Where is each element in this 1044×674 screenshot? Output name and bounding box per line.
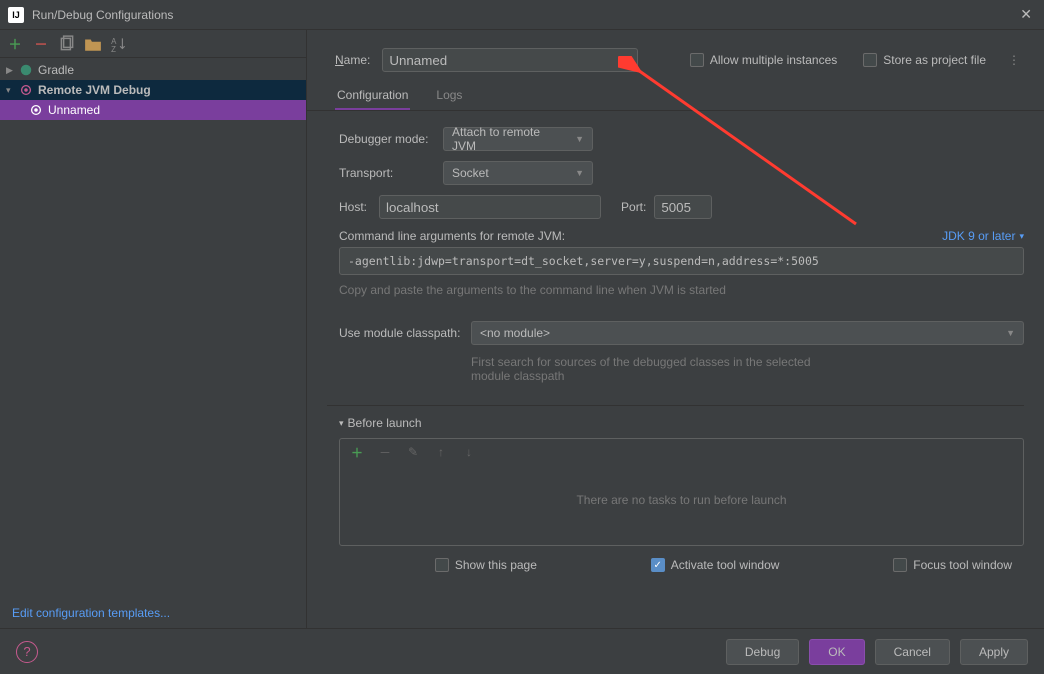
remove-task-icon[interactable]: － (376, 443, 394, 461)
dropdown-value: Socket (452, 166, 489, 180)
main-panel: Name: Allow multiple instances Store as … (307, 30, 1044, 628)
more-options-icon[interactable]: ⋮ (1004, 53, 1024, 67)
tree-item-gradle[interactable]: ▶ Gradle (0, 60, 306, 80)
apply-button[interactable]: Apply (960, 639, 1028, 665)
before-launch-box: ＋ － ✎ ↑ ↓ There are no tasks to run befo… (339, 438, 1024, 546)
port-input[interactable] (654, 195, 712, 219)
checkbox-label: Show this page (455, 558, 537, 572)
config-tabs: Configuration Logs (307, 82, 1044, 111)
transport-dropdown[interactable]: Socket ▼ (443, 161, 593, 185)
remote-debug-icon (18, 83, 34, 97)
checkbox-label: Allow multiple instances (710, 53, 837, 67)
edit-task-icon[interactable]: ✎ (404, 443, 422, 461)
folder-icon[interactable] (84, 35, 102, 53)
bottom-bar: ? Debug OK Cancel Apply (0, 628, 1044, 674)
focus-tool-window-checkbox[interactable]: Focus tool window (893, 558, 1012, 572)
checkbox-label: Activate tool window (671, 558, 780, 572)
sidebar: ＋ － AZ ▶ Gradle ▾ (0, 30, 307, 628)
sort-icon[interactable]: AZ (110, 35, 128, 53)
help-icon[interactable]: ? (16, 641, 38, 663)
gradle-icon (18, 63, 34, 77)
store-as-project-checkbox[interactable]: Store as project file (863, 53, 986, 67)
add-icon[interactable]: ＋ (6, 35, 24, 53)
chevron-right-icon: ▶ (6, 65, 18, 76)
tree-item-label: Remote JVM Debug (38, 83, 151, 97)
add-task-icon[interactable]: ＋ (348, 443, 366, 461)
port-label: Port: (621, 200, 646, 214)
chevron-down-icon: ▾ (1019, 231, 1024, 242)
titlebar: IJ Run/Debug Configurations ✕ (0, 0, 1044, 30)
name-label: Name: (335, 53, 370, 67)
cancel-button[interactable]: Cancel (875, 639, 950, 665)
tree-item-label: Unnamed (48, 103, 100, 117)
cmdline-input[interactable]: -agentlib:jdwp=transport=dt_socket,serve… (339, 247, 1024, 275)
name-input[interactable] (382, 48, 638, 72)
debugger-mode-label: Debugger mode: (339, 132, 443, 146)
jdk-link-label: JDK 9 or later (942, 229, 1015, 243)
ok-button[interactable]: OK (809, 639, 864, 665)
remote-debug-icon (28, 103, 44, 117)
chevron-down-icon: ▼ (575, 168, 584, 178)
tree-item-label: Gradle (38, 63, 74, 77)
tree-item-remote-jvm[interactable]: ▾ Remote JVM Debug (0, 80, 306, 100)
chevron-down-icon: ▼ (1006, 328, 1015, 338)
move-up-icon[interactable]: ↑ (432, 443, 450, 461)
debug-button[interactable]: Debug (726, 639, 799, 665)
app-icon: IJ (8, 7, 24, 23)
show-this-page-checkbox[interactable]: Show this page (435, 558, 537, 572)
module-hint: First search for sources of the debugged… (471, 355, 831, 383)
cmdline-hint: Copy and paste the arguments to the comm… (339, 283, 1024, 297)
debugger-mode-dropdown[interactable]: Attach to remote JVM ▼ (443, 127, 593, 151)
remove-icon[interactable]: － (32, 35, 50, 53)
checkbox-label: Store as project file (883, 53, 986, 67)
close-icon[interactable]: ✕ (1016, 2, 1036, 27)
before-launch-empty: There are no tasks to run before launch (340, 465, 1023, 545)
chevron-down-icon: ▾ (6, 85, 18, 96)
dropdown-value: <no module> (480, 326, 550, 340)
cmdline-label: Command line arguments for remote JVM: (339, 229, 565, 243)
activate-tool-window-checkbox[interactable]: ✓ Activate tool window (651, 558, 780, 572)
chevron-down-icon: ▾ (339, 418, 344, 429)
jdk-version-dropdown[interactable]: JDK 9 or later ▾ (942, 229, 1024, 243)
transport-label: Transport: (339, 166, 443, 180)
tab-logs[interactable]: Logs (434, 82, 464, 110)
host-input[interactable] (379, 195, 601, 219)
host-label: Host: (339, 200, 379, 214)
tree-item-unnamed[interactable]: Unnamed (0, 100, 306, 120)
chevron-down-icon: ▼ (575, 134, 584, 144)
config-tree: ▶ Gradle ▾ Remote JVM Debug Unnamed (0, 58, 306, 598)
edit-templates-link[interactable]: Edit configuration templates... (0, 598, 306, 628)
sidebar-toolbar: ＋ － AZ (0, 30, 306, 58)
before-launch-section[interactable]: ▾ Before launch (307, 416, 1044, 430)
dropdown-value: Attach to remote JVM (452, 125, 567, 153)
tab-configuration[interactable]: Configuration (335, 82, 410, 110)
checkbox-label: Focus tool window (913, 558, 1012, 572)
allow-multiple-checkbox[interactable]: Allow multiple instances (690, 53, 837, 67)
svg-text:Z: Z (111, 44, 116, 52)
module-classpath-label: Use module classpath: (339, 326, 471, 340)
module-classpath-dropdown[interactable]: <no module> ▼ (471, 321, 1024, 345)
before-launch-label: Before launch (348, 416, 422, 430)
move-down-icon[interactable]: ↓ (460, 443, 478, 461)
copy-icon[interactable] (58, 35, 76, 53)
window-title: Run/Debug Configurations (32, 8, 1016, 22)
